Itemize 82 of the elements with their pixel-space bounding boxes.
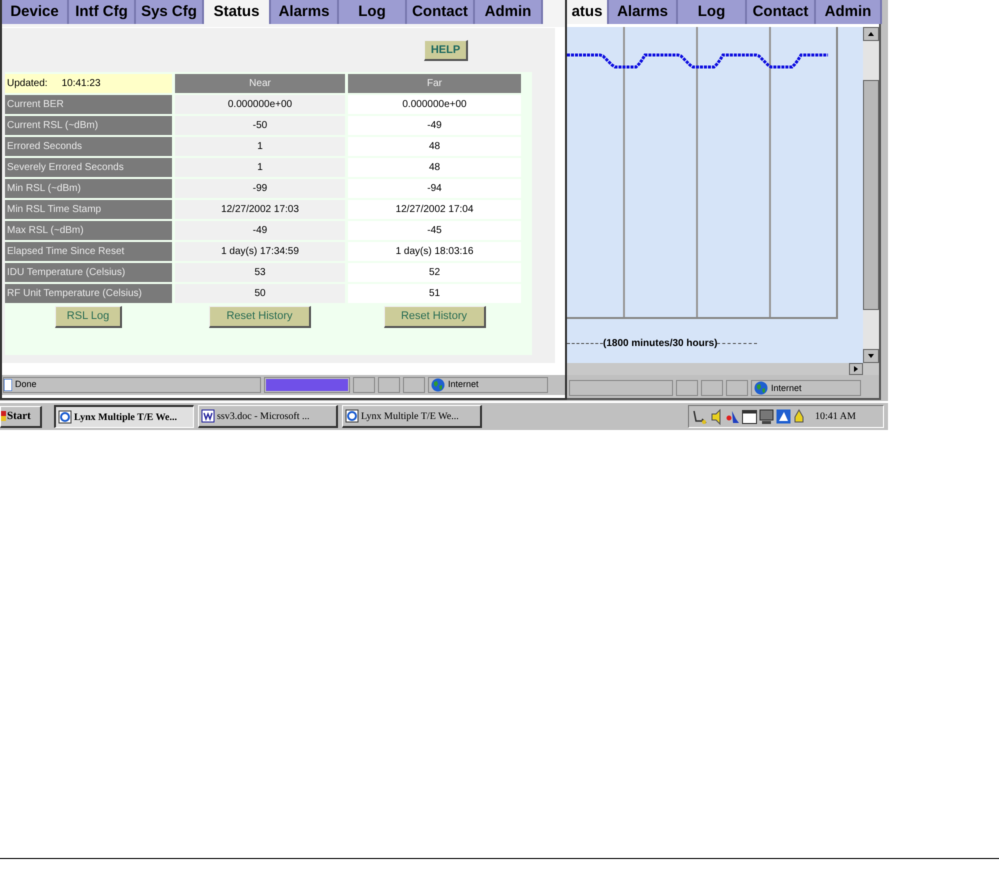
table-cell: 0.000000e+00 bbox=[175, 95, 345, 114]
table-cell: 52 bbox=[348, 263, 521, 282]
status-pane bbox=[403, 377, 425, 393]
nav-tab[interactable]: Admin bbox=[475, 0, 543, 24]
table-cell: 48 bbox=[348, 137, 521, 156]
nav-tab[interactable]: Device bbox=[2, 0, 69, 24]
table-cell: 1 day(s) 17:34:59 bbox=[175, 242, 345, 261]
table-cell: 51 bbox=[348, 284, 521, 303]
updated-label: Updated: bbox=[7, 77, 48, 91]
up-arrow-icon bbox=[868, 32, 874, 36]
zone-label: Internet bbox=[771, 382, 802, 394]
globe-icon bbox=[754, 381, 768, 396]
table-cell: 48 bbox=[348, 158, 521, 177]
right-arrow-icon bbox=[854, 366, 858, 372]
browser-icon bbox=[345, 409, 359, 423]
document-icon bbox=[201, 409, 215, 423]
row-label: RF Unit Temperature (Celsius) bbox=[5, 284, 172, 303]
nav-tab[interactable]: Contact bbox=[747, 0, 816, 24]
table-cell: 12/27/2002 17:04 bbox=[348, 200, 521, 219]
start-button[interactable]: Start bbox=[0, 406, 42, 428]
old-style-button[interactable]: RSL Log bbox=[55, 306, 122, 328]
table-cell: -49 bbox=[348, 116, 521, 135]
browser-icon bbox=[58, 410, 72, 424]
table-cell: 50 bbox=[175, 284, 345, 303]
nav-tab[interactable]: Log bbox=[678, 0, 747, 24]
status-pane bbox=[378, 377, 400, 393]
nav-tab[interactable]: Sys Cfg bbox=[136, 0, 204, 24]
old-style-button[interactable]: Reset History bbox=[209, 306, 311, 328]
table-cell: -49 bbox=[175, 221, 345, 240]
status-text: Done bbox=[15, 378, 37, 392]
down-arrow-icon bbox=[868, 354, 874, 358]
column-header: Far bbox=[348, 74, 521, 93]
table-cell: -94 bbox=[348, 179, 521, 198]
help-button[interactable]: HELP bbox=[424, 40, 468, 61]
column-header: Near bbox=[175, 74, 345, 93]
vertical-scrollbar[interactable] bbox=[863, 27, 879, 363]
table-cell: 12/27/2002 17:03 bbox=[175, 200, 345, 219]
row-label: Elapsed Time Since Reset bbox=[5, 242, 172, 261]
nav-tab[interactable]: Alarms bbox=[271, 0, 339, 24]
scroll-right-button[interactable] bbox=[849, 362, 863, 374]
windows-logo-icon bbox=[1, 411, 6, 421]
table-cell: -99 bbox=[175, 179, 345, 198]
scroll-down-button[interactable] bbox=[863, 348, 879, 363]
table-cell: 0.000000e+00 bbox=[348, 95, 521, 114]
globe-icon bbox=[431, 378, 445, 392]
nav-tab[interactable]: Log bbox=[339, 0, 407, 24]
monitor-icon bbox=[759, 408, 774, 424]
row-label: Max RSL (~dBm) bbox=[5, 221, 172, 240]
status-pane bbox=[676, 380, 698, 396]
row-label: Current BER bbox=[5, 95, 172, 114]
clock: 10:41 AM bbox=[815, 410, 856, 424]
nav-tab[interactable]: Intf Cfg bbox=[69, 0, 136, 24]
updated-time: 10:41:23 bbox=[62, 77, 101, 91]
row-label: IDU Temperature (Celsius) bbox=[5, 263, 172, 282]
window-icon bbox=[742, 410, 757, 424]
nav-tab[interactable]: Admin bbox=[816, 0, 882, 24]
table-cell: 1 bbox=[175, 158, 345, 177]
chart-caption: (1800 minutes/30 hours) bbox=[603, 337, 718, 352]
taskbar-button[interactable]: Lynx Multiple T/E We... bbox=[342, 405, 482, 428]
taskbar-button[interactable]: Lynx Multiple T/E We... bbox=[54, 405, 194, 428]
status-pane bbox=[701, 380, 723, 396]
row-label: Min RSL Time Stamp bbox=[5, 200, 172, 219]
row-label: Errored Seconds bbox=[5, 137, 172, 156]
nav-tab[interactable]: Contact bbox=[407, 0, 475, 24]
row-label: Severely Errored Seconds bbox=[5, 158, 172, 177]
old-style-button[interactable]: Reset History bbox=[384, 306, 486, 328]
table-cell: -45 bbox=[348, 221, 521, 240]
table-cell: 1 bbox=[175, 137, 345, 156]
scroll-up-button[interactable] bbox=[863, 27, 879, 42]
row-label: Current RSL (~dBm) bbox=[5, 116, 172, 135]
table-cell: -50 bbox=[175, 116, 345, 135]
status-pane bbox=[353, 377, 375, 393]
row-label: Min RSL (~dBm) bbox=[5, 179, 172, 198]
table-cell: 1 day(s) 18:03:16 bbox=[348, 242, 521, 261]
taskbar-button[interactable]: ssv3.doc - Microsoft ... bbox=[198, 405, 338, 428]
nav-tab[interactable]: atus bbox=[567, 0, 609, 24]
table-cell: 53 bbox=[175, 263, 345, 282]
display-icon bbox=[776, 409, 791, 424]
nav-tab[interactable]: Alarms bbox=[609, 0, 678, 24]
page-icon bbox=[4, 379, 12, 391]
zone-label: Internet bbox=[448, 378, 479, 392]
status-pane bbox=[726, 380, 748, 396]
